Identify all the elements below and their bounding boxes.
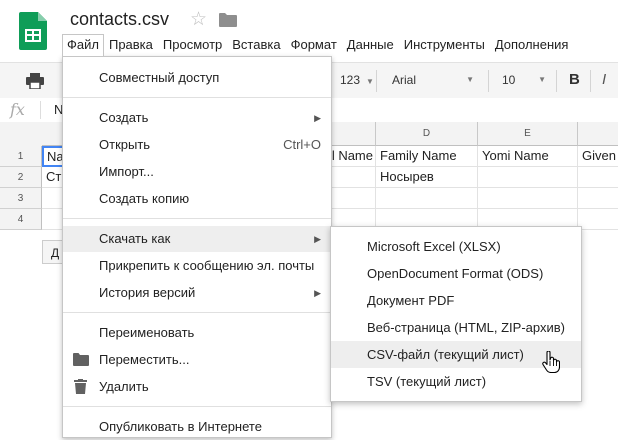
- menu-tools[interactable]: Инструменты: [399, 34, 490, 56]
- chevron-down-icon: ▼: [366, 77, 374, 86]
- cell[interactable]: Given: [578, 146, 618, 167]
- sheets-logo-icon[interactable]: [19, 12, 47, 50]
- column-header-e[interactable]: E: [478, 122, 578, 146]
- toolbar-divider: [590, 70, 591, 92]
- menu-item-move[interactable]: Переместить...: [63, 347, 331, 373]
- toolbar-divider: [376, 70, 377, 92]
- cell[interactable]: Family Name: [376, 146, 478, 167]
- select-all-corner[interactable]: [0, 122, 43, 147]
- submenu-arrow-icon: ▶: [314, 113, 321, 123]
- menu-item-make-copy[interactable]: Создать копию: [63, 186, 331, 212]
- menu-item-delete[interactable]: Удалить: [63, 374, 331, 400]
- cell[interactable]: [578, 188, 618, 209]
- menu-item-new[interactable]: Создать ▶: [63, 105, 331, 131]
- star-icon[interactable]: ☆: [190, 8, 207, 31]
- menu-divider: [63, 218, 331, 219]
- menu-item-version-history[interactable]: История версий ▶: [63, 280, 331, 306]
- row-header[interactable]: 4: [0, 209, 42, 230]
- formula-divider: [40, 101, 41, 119]
- column-header[interactable]: [578, 122, 618, 146]
- cell[interactable]: Yomi Name: [478, 146, 578, 167]
- toolbar-divider: [488, 70, 489, 92]
- download-html[interactable]: Веб-страница (HTML, ZIP-архив): [331, 314, 581, 341]
- menu-file[interactable]: Файл: [62, 34, 104, 56]
- menu-format[interactable]: Формат: [286, 34, 342, 56]
- font-dropdown[interactable]: Arial ▼: [392, 73, 476, 87]
- folder-icon[interactable]: [219, 13, 237, 27]
- bold-button[interactable]: B: [569, 71, 580, 88]
- print-icon[interactable]: [26, 73, 44, 89]
- menu-divider: [63, 97, 331, 98]
- menu-divider: [63, 312, 331, 313]
- cell[interactable]: [376, 188, 478, 209]
- menu-divider: [63, 406, 331, 407]
- menu-item-share[interactable]: Совместный доступ: [63, 65, 331, 91]
- menu-edit[interactable]: Правка: [104, 34, 158, 56]
- row-header[interactable]: 2: [0, 167, 42, 188]
- menu-item-email-attachment[interactable]: Прикрепить к сообщению эл. почты: [63, 253, 331, 279]
- menu-item-publish[interactable]: Опубликовать в Интернете: [63, 414, 331, 440]
- number-format-dropdown[interactable]: 123 ▼: [340, 73, 374, 87]
- download-ods[interactable]: OpenDocument Format (ODS): [331, 260, 581, 287]
- submenu-arrow-icon: ▶: [314, 288, 321, 298]
- menu-data[interactable]: Данные: [342, 34, 399, 56]
- fx-icon: fx: [10, 100, 25, 119]
- document-title[interactable]: contacts.csv: [70, 9, 169, 30]
- italic-button[interactable]: I: [602, 71, 606, 88]
- menu-item-rename[interactable]: Переименовать: [63, 320, 331, 346]
- menu-insert[interactable]: Вставка: [227, 34, 285, 56]
- cell[interactable]: [478, 167, 578, 188]
- cell[interactable]: [578, 167, 618, 188]
- file-menu: Совместный доступ Создать ▶ Открыть Ctrl+O…: [62, 56, 332, 438]
- menu-item-download-as[interactable]: Скачать как ▶: [63, 226, 331, 252]
- menu-addons[interactable]: Дополнения: [490, 34, 574, 56]
- row-header[interactable]: 1: [0, 146, 42, 167]
- cell[interactable]: [578, 209, 618, 230]
- column-header-d[interactable]: D: [376, 122, 478, 146]
- menu-view[interactable]: Просмотр: [158, 34, 227, 56]
- download-xlsx[interactable]: Microsoft Excel (XLSX): [331, 233, 581, 260]
- cell[interactable]: Носырев: [376, 167, 478, 188]
- chevron-down-icon: ▼: [466, 75, 474, 84]
- cell[interactable]: [478, 188, 578, 209]
- download-pdf[interactable]: Документ PDF: [331, 287, 581, 314]
- shortcut-label: Ctrl+O: [283, 137, 321, 152]
- toolbar-divider: [556, 70, 557, 92]
- submenu-arrow-icon: ▶: [314, 234, 321, 244]
- menu-item-open[interactable]: Открыть Ctrl+O: [63, 132, 331, 158]
- download-submenu: Microsoft Excel (XLSX) OpenDocument Form…: [330, 226, 582, 402]
- menu-item-import[interactable]: Импорт...: [63, 159, 331, 185]
- folder-icon: [73, 353, 89, 366]
- menu-bar: Файл Правка Просмотр Вставка Формат Данн…: [62, 34, 573, 56]
- font-size-dropdown[interactable]: 10 ▼: [502, 73, 546, 87]
- row-header[interactable]: 3: [0, 188, 42, 209]
- hand-cursor-icon: [542, 351, 560, 373]
- chevron-down-icon: ▼: [538, 75, 546, 84]
- trash-icon: [74, 379, 87, 394]
